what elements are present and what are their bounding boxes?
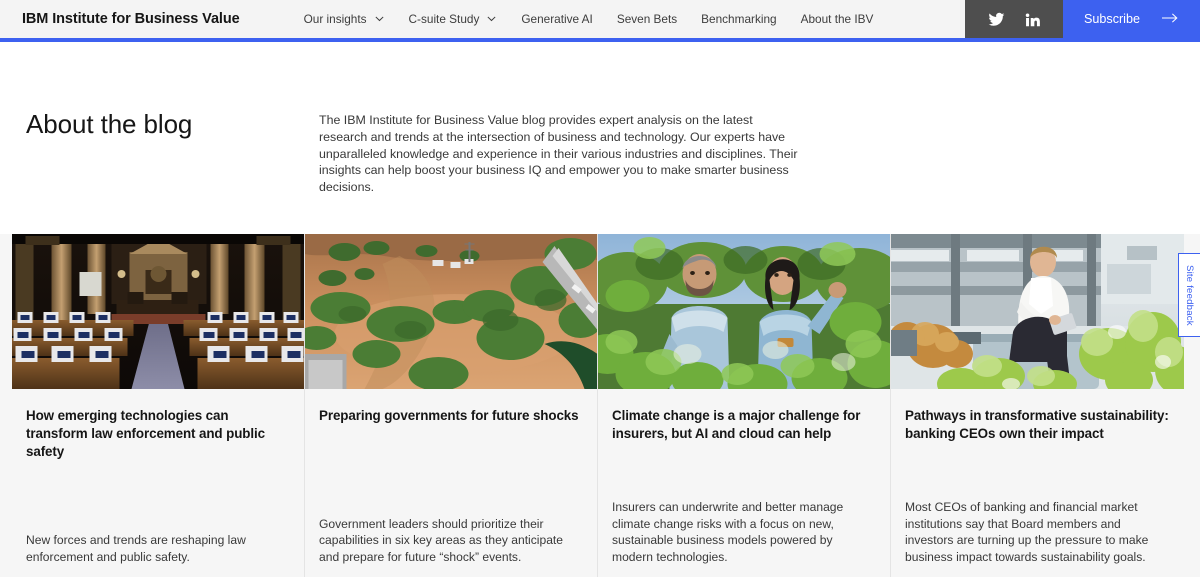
social-links (965, 0, 1063, 38)
nav-item-about-the-ibv[interactable]: About the IBV (789, 0, 886, 38)
article-card[interactable]: How emerging technologies can transform … (12, 234, 305, 577)
nav-item-label: About the IBV (800, 12, 874, 26)
about-section: About the blog The IBM Institute for Bus… (0, 42, 1200, 234)
site-feedback-tab[interactable]: Site feedback (1178, 253, 1200, 337)
nav-item-label: Generative AI (521, 12, 593, 26)
card-title: Climate change is a major challenge for … (612, 408, 861, 441)
nav-item-label: C-suite Study (408, 12, 480, 26)
article-card-grid: How emerging technologies can transform … (0, 234, 1200, 577)
page-title: About the blog (26, 109, 193, 139)
card-image-man-with-tablet-outdoors (891, 234, 1184, 389)
card-description: New forces and trends are reshaping law … (26, 533, 246, 564)
card-title: How emerging technologies can transform … (26, 408, 265, 459)
main-navigation: Our insights C-suite Study Generative AI… (304, 0, 965, 38)
card-title: Pathways in transformative sustainabilit… (905, 408, 1169, 441)
card-description: Insurers can underwrite and better manag… (612, 500, 844, 564)
chevron-down-icon (374, 13, 385, 24)
nav-item-label: Our insights (303, 12, 367, 26)
nav-item-c-suite-study[interactable]: C-suite Study (397, 0, 510, 38)
arrow-right-icon (1162, 12, 1179, 27)
article-card[interactable]: Climate change is a major challenge for … (598, 234, 891, 577)
article-card[interactable]: Preparing governments for future shocks … (305, 234, 598, 577)
nav-item-label: Benchmarking (701, 12, 777, 26)
site-header: IBM Institute for Business Value Our ins… (0, 0, 1200, 38)
card-image-legislative-chamber (12, 234, 304, 389)
card-image-flooded-landscape (305, 234, 597, 389)
about-description: The IBM Institute for Business Value blo… (319, 113, 798, 195)
nav-item-seven-bets[interactable]: Seven Bets (605, 0, 689, 38)
nav-item-label: Seven Bets (616, 12, 678, 26)
card-image-vineyard-workers (598, 234, 890, 389)
article-card[interactable]: Pathways in transformative sustainabilit… (891, 234, 1184, 577)
linkedin-icon[interactable] (1024, 11, 1041, 28)
card-description: Most CEOs of banking and financial marke… (905, 500, 1149, 564)
twitter-icon[interactable] (987, 11, 1006, 28)
nav-item-benchmarking[interactable]: Benchmarking (689, 0, 788, 38)
chevron-down-icon (486, 13, 497, 24)
card-description: Government leaders should prioritize the… (319, 516, 564, 564)
site-feedback-label: Site feedback (1184, 264, 1195, 326)
nav-item-our-insights[interactable]: Our insights (304, 0, 397, 38)
nav-item-generative-ai[interactable]: Generative AI (509, 0, 604, 38)
brand-logo[interactable]: IBM Institute for Business Value (0, 0, 240, 38)
subscribe-label: Subscribe (1083, 12, 1140, 26)
card-title: Preparing governments for future shocks (319, 408, 579, 423)
subscribe-button[interactable]: Subscribe (1063, 0, 1200, 38)
